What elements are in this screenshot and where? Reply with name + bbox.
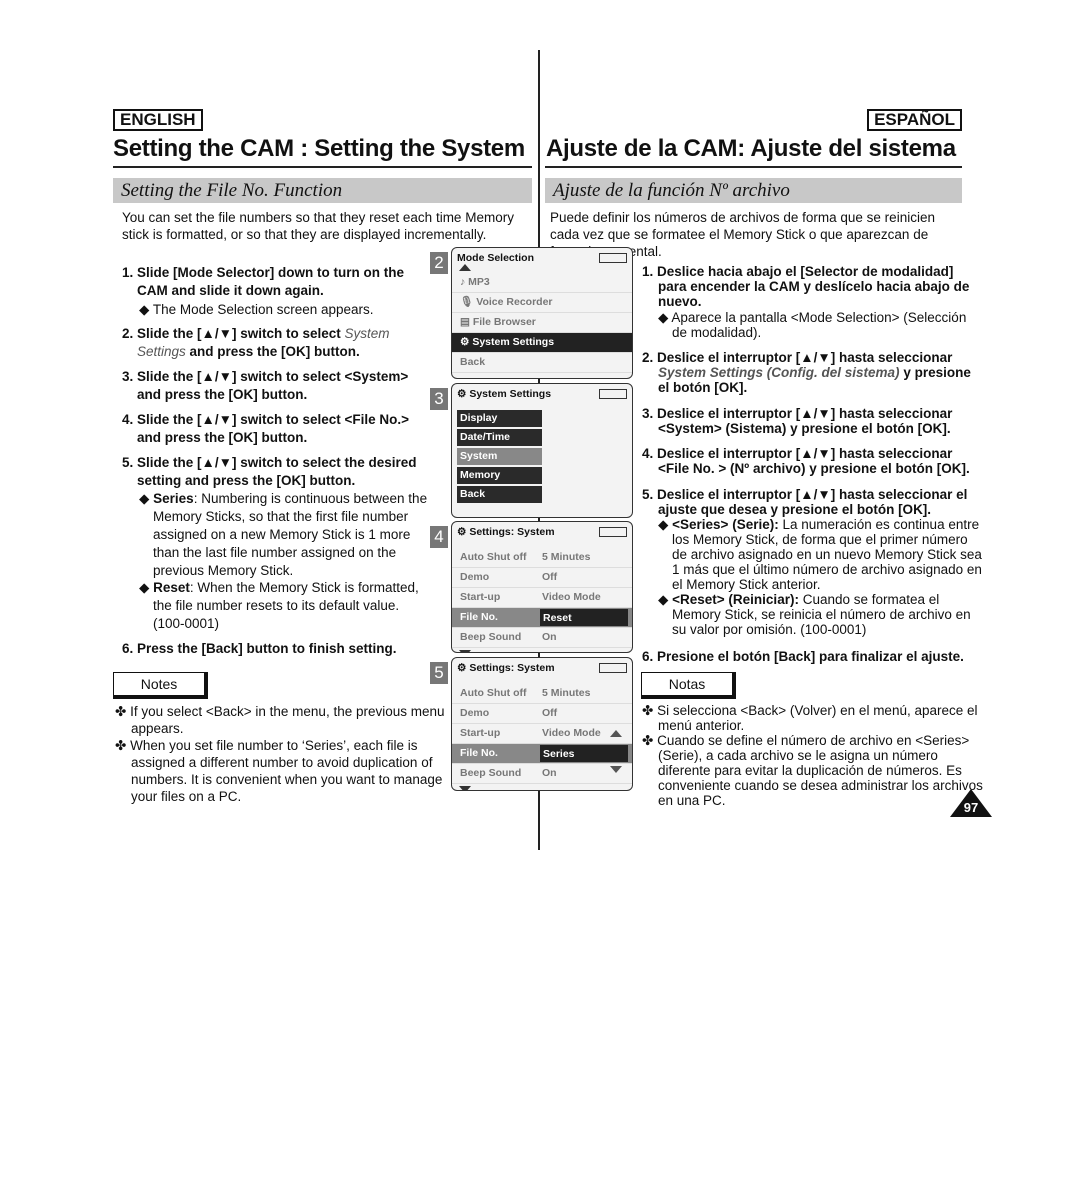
menu-item-date-time[interactable]: Date/Time — [457, 429, 542, 446]
setting-row-file-no[interactable]: File No. Reset — [452, 608, 632, 628]
screen-title: ⚙ Settings: System — [452, 658, 632, 678]
screen-number: 4 — [430, 526, 448, 548]
setting-row-file-no[interactable]: File No. Series — [452, 744, 632, 764]
step-1-es: 1. Deslice hacia abajo el [Selector de m… — [642, 264, 970, 309]
notes-label-es: Notas — [641, 672, 736, 699]
menu-item-memory[interactable]: Memory — [457, 467, 542, 484]
step-2-es: 2. Deslice el interruptor [▲/▼] hasta se… — [642, 350, 971, 395]
menu-item-system[interactable]: System — [457, 448, 542, 465]
setting-row[interactable]: Demo Off — [452, 568, 632, 588]
step-4: 4. Slide the [▲/▼] switch to select <Fil… — [122, 412, 410, 445]
step-3-es: 3. Deslice el interruptor [▲/▼] hasta se… — [642, 406, 953, 436]
step-5-es: 5. Deslice el interruptor [▲/▼] hasta se… — [642, 487, 968, 517]
note-1: ✤ If you select <Back> in the menu, the … — [115, 704, 445, 736]
screen-mode-selection: Mode Selection ♪ MP3 🎙 Voice Recorder ▤ … — [451, 247, 633, 379]
setting-row[interactable]: Auto Shut off 5 Minutes — [452, 684, 632, 704]
step-1-note: ◆ The Mode Selection screen appears. — [139, 302, 374, 317]
menu-item-file-browser[interactable]: ▤ File Browser — [452, 313, 632, 333]
rule — [545, 166, 962, 168]
menu-item-mp3[interactable]: ♪ MP3 — [452, 273, 632, 293]
setting-row[interactable]: Start-up Video Mode — [452, 724, 632, 744]
series-option-en: ◆ Series: Numbering is continuous betwee… — [139, 491, 428, 578]
lang-label-en: ENGLISH — [113, 109, 203, 131]
step-2: 2. Slide the [▲/▼] switch to select Syst… — [122, 326, 390, 359]
screen-settings-system-series: ⚙ Settings: System Auto Shut off 5 Minute… — [451, 657, 633, 791]
screen-title: ⚙ System Settings — [452, 384, 632, 404]
scroll-down-icon — [459, 786, 471, 790]
reset-option-en: ◆ Reset: When the Memory Stick is format… — [139, 580, 419, 631]
battery-icon — [599, 389, 627, 399]
menu-item-display[interactable]: Display — [457, 410, 542, 427]
scroll-down-icon — [459, 650, 471, 652]
screen-number: 3 — [430, 388, 448, 410]
battery-icon — [599, 663, 627, 673]
step-4-es: 4. Deslice el interruptor [▲/▼] hasta se… — [642, 446, 970, 476]
screen-settings-system-reset: ⚙ Settings: System Auto Shut off 5 Minute… — [451, 521, 633, 653]
step-3: 3. Slide the [▲/▼] switch to select <Sys… — [122, 369, 409, 402]
menu-item-back[interactable]: Back — [457, 486, 542, 503]
step-1-note-es: ◆ Aparece la pantalla <Mode Selection> (… — [658, 310, 967, 340]
screen-number: 2 — [430, 252, 448, 274]
section-title: Ajuste de la función Nº archivo — [553, 180, 790, 201]
page-title-es: Ajuste de la CAM: Ajuste del sistema — [546, 135, 956, 162]
step-6: 6. Press the [Back] button to finish set… — [122, 641, 397, 656]
note-2: ✤ When you set file number to ‘Series’, … — [115, 738, 443, 804]
rule — [113, 166, 532, 168]
setting-row[interactable]: Beep Sound On — [452, 764, 632, 784]
setting-row[interactable]: Demo Off — [452, 704, 632, 724]
intro-en: You can set the file numbers so that the… — [122, 210, 514, 242]
notes-label: Notes — [113, 672, 208, 699]
note-2-es: ✤ Cuando se define el número de archivo … — [642, 733, 983, 808]
section-title: Setting the File No. Function — [121, 180, 343, 201]
screen-title: Mode Selection — [452, 248, 632, 268]
arrow-up-icon — [610, 730, 622, 737]
battery-icon — [599, 527, 627, 537]
setting-row[interactable]: Start-up Video Mode — [452, 588, 632, 608]
lang-label-es: ESPAÑOL — [867, 109, 962, 131]
setting-row[interactable]: Beep Sound On — [452, 628, 632, 648]
page-number: 97 — [963, 800, 979, 815]
step-6-es: 6. Presione el botón [Back] para finaliz… — [642, 649, 964, 664]
setting-row[interactable]: Auto Shut off 5 Minutes — [452, 548, 632, 568]
step-5: 5. Slide the [▲/▼] switch to select the … — [122, 455, 417, 488]
section-bar-es: Ajuste de la función Nº archivo — [545, 178, 962, 203]
screen-system-settings: ⚙ System Settings Display Date/Time Syst… — [451, 383, 633, 518]
menu-item-back[interactable]: Back — [452, 353, 632, 373]
section-bar-en: Setting the File No. Function — [113, 178, 532, 203]
note-1-es: ✤ Si selecciona <Back> (Volver) en el me… — [642, 703, 978, 733]
menu-item-voice-recorder[interactable]: 🎙 Voice Recorder — [452, 293, 632, 313]
screen-number: 5 — [430, 662, 448, 684]
battery-icon — [599, 253, 627, 263]
series-option-es: ◆ <Series> (Serie): La numeración es con… — [658, 517, 982, 592]
step-1: 1. Slide [Mode Selector] down to turn on… — [122, 265, 405, 298]
manual-page: ENGLISH ESPAÑOL Setting the CAM : Settin… — [0, 0, 1080, 1177]
screen-title: ⚙ Settings: System — [452, 522, 632, 542]
reset-option-es: ◆ <Reset> (Reiniciar): Cuando se formate… — [658, 592, 971, 637]
page-title-en: Setting the CAM : Setting the System — [113, 135, 525, 162]
menu-item-system-settings[interactable]: ⚙ System Settings — [452, 333, 632, 353]
arrow-down-icon — [610, 766, 622, 773]
